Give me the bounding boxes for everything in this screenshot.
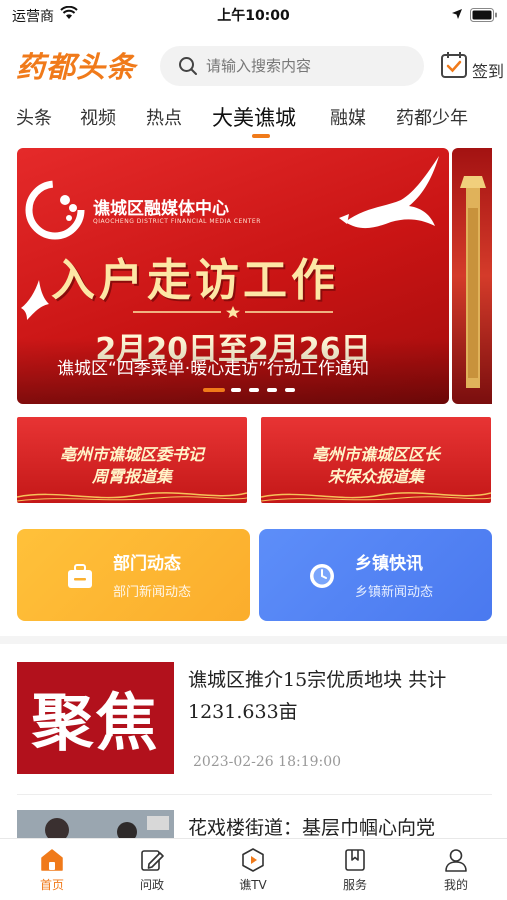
tab-headlines[interactable]: 头条 xyxy=(16,104,52,130)
carousel-dot[interactable] xyxy=(285,388,295,392)
dove-icon xyxy=(339,156,439,229)
tv-icon xyxy=(242,848,264,872)
banner-caption: 谯城区“四季菜单·暖心走访”行动工作通知 xyxy=(57,359,370,379)
quick-card-subtitle: 部门新闻动态 xyxy=(113,585,192,600)
tab-damei-qiaocheng[interactable]: 大美谯城 xyxy=(212,102,296,132)
report-card-secretary[interactable]: 亳州市谯城区委书记 周霄报道集 xyxy=(17,417,247,503)
nav-qiao-tv[interactable]: 谯TV xyxy=(218,847,288,897)
nav-label: 首页 xyxy=(39,878,64,892)
carousel-dot[interactable] xyxy=(267,388,277,392)
status-bar: 运营商 上午10:00 xyxy=(0,0,507,30)
tab-hot[interactable]: 热点 xyxy=(146,104,182,130)
battery-icon xyxy=(470,8,497,22)
tab-video[interactable]: 视频 xyxy=(80,104,116,130)
report-card-mayor[interactable]: 亳州市谯城区区长 宋保众报道集 xyxy=(261,417,491,503)
search-input[interactable] xyxy=(206,46,416,86)
clock-label: 上午10:00 xyxy=(217,8,290,24)
monument-image xyxy=(460,176,486,388)
report-card-title: 亳州市谯城区委书记 xyxy=(59,445,204,464)
news-list-item[interactable]: 花戏楼街道：基层巾帼心向党 xyxy=(0,810,507,838)
bottom-navigation: 首页 问政 谯TV 服务 我的 xyxy=(0,838,507,900)
signin-button[interactable]: 签到 xyxy=(438,48,507,84)
report-card-subtitle: 宋保众报道集 xyxy=(327,467,424,486)
signin-label: 签到 xyxy=(472,62,505,81)
banner-org-name: 谯城区融媒体中心 xyxy=(93,199,229,219)
location-arrow-icon xyxy=(452,9,462,19)
department-news-card[interactable]: 部门动态 部门新闻动态 xyxy=(17,529,250,621)
nav-label: 服务 xyxy=(342,878,367,892)
list-divider xyxy=(17,794,492,795)
app-header: 药都头条 签到 xyxy=(0,40,507,92)
news-thumbnail: 聚焦 xyxy=(17,662,174,774)
active-tab-indicator xyxy=(252,134,270,138)
search-icon xyxy=(179,57,197,75)
nav-label: 问政 xyxy=(139,878,164,892)
user-icon xyxy=(445,849,467,872)
carousel-dot-active[interactable] xyxy=(203,388,225,392)
section-divider xyxy=(0,636,507,644)
news-title: 谯城区推介15宗优质地块 共计1231.633亩 xyxy=(188,669,447,723)
report-card-subtitle: 周霄报道集 xyxy=(91,467,172,486)
township-news-card[interactable]: 乡镇快讯 乡镇新闻动态 xyxy=(259,529,492,621)
thumbnail-text: 聚焦 xyxy=(31,686,160,759)
carousel-dot[interactable] xyxy=(249,388,259,392)
carousel-dot[interactable] xyxy=(231,388,241,392)
nav-label: 我的 xyxy=(443,878,468,892)
banner-org-name-en: QIAOCHENG DISTRICT FINANCIAL MEDIA CENTE… xyxy=(93,218,261,225)
clock-icon xyxy=(310,564,334,588)
news-title: 花戏楼街道：基层巾帼心向党 xyxy=(188,817,436,838)
home-icon xyxy=(41,849,63,871)
photo-image xyxy=(17,810,174,838)
edit-icon xyxy=(141,850,164,871)
dove-small-icon xyxy=(21,280,49,320)
tab-youth[interactable]: 药都少年 xyxy=(396,104,468,130)
nav-label: 谯TV xyxy=(239,878,267,892)
nav-inquiry[interactable]: 问政 xyxy=(117,847,187,897)
report-card-title: 亳州市谯城区区长 xyxy=(311,445,440,464)
news-list-item[interactable]: 聚焦 谯城区推介15宗优质地块 共计1231.633亩 2023-02-26 1… xyxy=(0,660,507,790)
decorative-wave xyxy=(261,492,491,502)
briefcase-icon xyxy=(68,564,92,588)
org-logo-icon xyxy=(25,180,85,240)
banner-headline: 入户走访工作 xyxy=(51,255,339,306)
calendar-check-icon xyxy=(441,52,467,78)
banner-next-slide-preview[interactable] xyxy=(452,148,492,404)
tab-media[interactable]: 融媒 xyxy=(330,104,366,130)
nav-profile[interactable]: 我的 xyxy=(421,847,491,897)
quick-card-title: 乡镇快讯 xyxy=(355,554,423,574)
app-logo[interactable]: 药都头条 xyxy=(16,44,136,86)
nav-home[interactable]: 首页 xyxy=(17,847,87,897)
news-thumbnail xyxy=(17,810,174,838)
quick-card-subtitle: 乡镇新闻动态 xyxy=(355,585,434,600)
banner-carousel[interactable]: 谯城区融媒体中心 QIAOCHENG DISTRICT FINANCIAL ME… xyxy=(17,148,449,404)
news-timestamp: 2023-02-26 18:19:00 xyxy=(193,754,342,770)
nav-services[interactable]: 服务 xyxy=(320,847,390,897)
quick-card-title: 部门动态 xyxy=(113,554,181,574)
star-divider-icon xyxy=(133,306,333,318)
search-bar[interactable] xyxy=(160,46,424,86)
bookmark-icon xyxy=(345,849,365,871)
decorative-wave xyxy=(17,492,247,502)
